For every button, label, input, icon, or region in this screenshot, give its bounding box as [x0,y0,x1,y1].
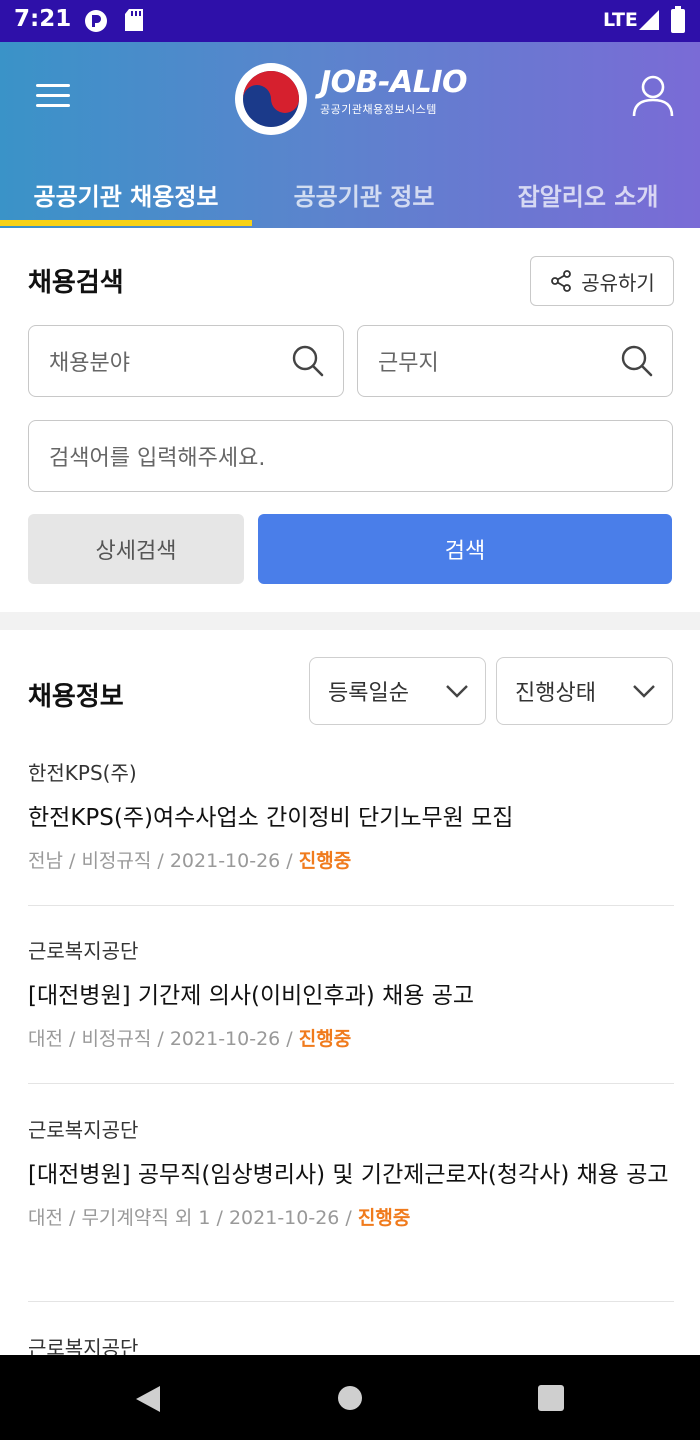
tab-recruitment-info[interactable]: 공공기관 채용정보 [0,160,252,228]
user-profile-icon[interactable] [632,74,674,118]
section-divider [0,612,700,630]
job-meta-text: 대전 / 무기계약직 외 1 / 2021-10-26 / [28,1207,358,1229]
back-icon[interactable] [134,1384,162,1414]
brand: JOB-ALIO 공공기관채용정보시스템 [320,66,467,117]
main-tabs: 공공기관 채용정보 공공기관 정보 잡알리오 소개 [0,160,700,228]
status-dropdown-label: 진행상태 [515,681,596,706]
list-separator [28,1301,674,1302]
search-icon[interactable] [620,344,654,378]
app-header: JOB-ALIO 공공기관채용정보시스템 공공기관 채용정보 공공기관 정보 잡… [0,42,700,228]
job-status: 진행중 [298,850,352,872]
signal-icon [639,10,659,30]
tab-agency-info[interactable]: 공공기관 정보 [252,160,476,228]
chevron-down-icon [446,685,468,698]
job-org: 근로복지공단 [28,939,139,963]
tab-about[interactable]: 잡알리오 소개 [476,160,700,228]
job-list-item[interactable]: 한전KPS(주) 한전KPS(주)여수사업소 간이정비 단기노무원 모집 전남 … [28,757,674,873]
job-meta: 대전 / 비정규직 / 2021-10-26 / 진행중 [28,1024,674,1051]
status-bar: 7:21 LTE [0,0,700,42]
system-nav-bar [0,1355,700,1440]
network-label: LTE [603,9,638,31]
notification-icon [85,10,107,32]
share-icon [551,270,572,292]
status-time: 7:21 [14,6,72,32]
job-title[interactable]: 한전KPS(주)여수사업소 간이정비 단기노무원 모집 [28,798,674,838]
job-title[interactable]: [대전병원] 기간제 의사(이비인후과) 채용 공고 [28,976,674,1016]
keyword-placeholder: 검색어를 입력해주세요. [49,446,266,471]
home-icon[interactable] [338,1386,362,1410]
list-separator [28,905,674,906]
location-placeholder: 근무지 [378,351,439,376]
location-input[interactable]: 근무지 [357,325,673,397]
share-label: 공유하기 [581,270,655,295]
recent-apps-icon[interactable] [538,1385,564,1411]
brand-name: JOB-ALIO [320,65,467,100]
listing-section-title: 채용정보 [28,682,124,712]
search-section-title: 채용검색 [28,268,124,298]
job-meta: 전남 / 비정규직 / 2021-10-26 / 진행중 [28,846,674,873]
list-separator [28,1083,674,1084]
chevron-down-icon [633,685,655,698]
job-field-placeholder: 채용분야 [49,351,130,376]
job-org: 한전KPS(주) [28,761,137,785]
search-icon[interactable] [291,344,325,378]
taegeuk-logo-icon[interactable] [234,62,308,136]
battery-icon [671,6,685,33]
job-list-item[interactable]: 근로복지공단 [대전병원] 기간제 의사(이비인후과) 채용 공고 대전 / 비… [28,935,674,1051]
job-list-item[interactable]: 근로복지공단 [대전병원] 공무직(임상병리사) 및 기간제근로자(청각사) 채… [28,1114,674,1230]
hamburger-menu-icon[interactable] [36,82,70,110]
active-tab-indicator [0,220,252,226]
job-status: 진행중 [298,1028,352,1050]
share-button[interactable]: 공유하기 [530,256,674,306]
keyword-input[interactable]: 검색어를 입력해주세요. [28,420,673,492]
detail-search-button[interactable]: 상세검색 [28,514,244,584]
job-field-input[interactable]: 채용분야 [28,325,344,397]
sd-card-icon [125,9,143,31]
status-dropdown[interactable]: 진행상태 [496,657,673,725]
job-meta: 대전 / 무기계약직 외 1 / 2021-10-26 / 진행중 [28,1203,674,1230]
sort-dropdown-label: 등록일순 [328,681,409,706]
sort-dropdown[interactable]: 등록일순 [309,657,486,725]
search-button[interactable]: 검색 [258,514,672,584]
job-org: 근로복지공단 [28,1118,139,1142]
job-meta-text: 대전 / 비정규직 / 2021-10-26 / [28,1028,299,1050]
job-status: 진행중 [357,1207,411,1229]
job-meta-text: 전남 / 비정규직 / 2021-10-26 / [28,850,299,872]
brand-subtitle: 공공기관채용정보시스템 [320,103,437,116]
job-title[interactable]: [대전병원] 공무직(임상병리사) 및 기간제근로자(청각사) 채용 공고 [28,1155,674,1195]
